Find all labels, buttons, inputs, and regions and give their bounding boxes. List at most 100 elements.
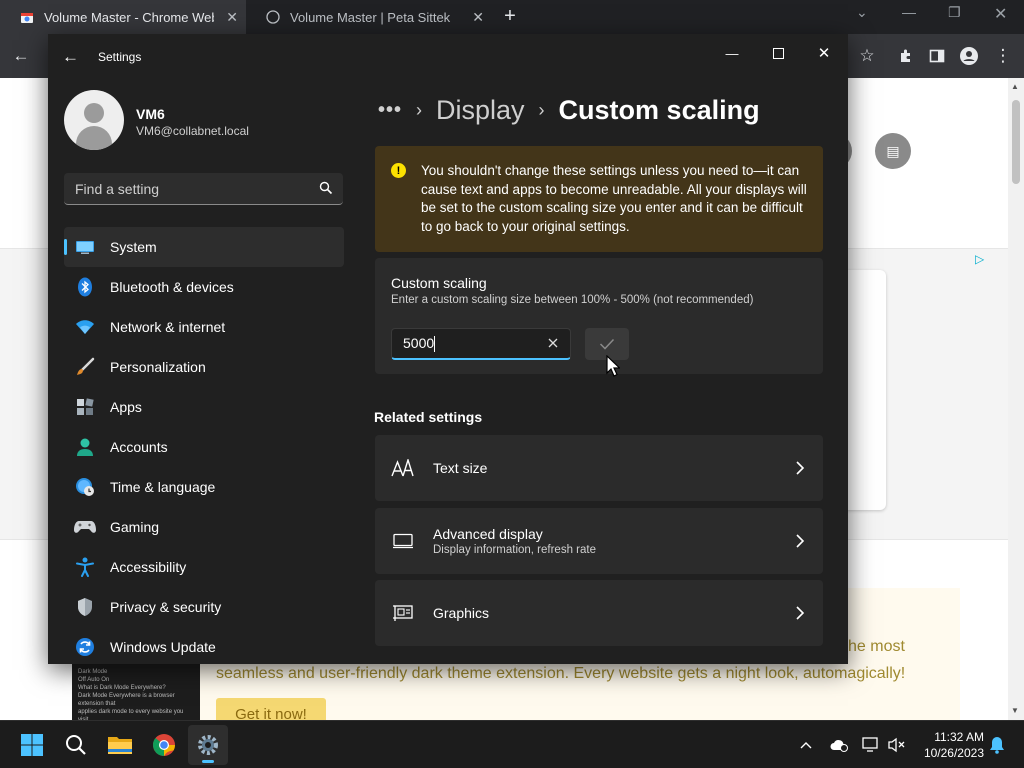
sidebar-item-apps[interactable]: Apps [64,387,344,427]
avatar-body [76,126,112,150]
profile-icon[interactable] [954,34,984,78]
sidebar-item-bluetooth[interactable]: Bluetooth & devices [64,267,344,307]
related-label: Advanced display [433,526,543,542]
bluetooth-icon [74,276,96,298]
scrollbar-thumb[interactable] [1012,100,1020,184]
minimize-button[interactable]: — [709,38,755,68]
warning-text: You shouldn't change these settings unle… [421,163,807,234]
notification-bell-icon[interactable] [986,734,1008,756]
related-label: Text size [433,460,488,476]
windows-logo-icon [21,734,43,756]
sidebar-item-accessibility[interactable]: Accessibility [64,547,344,587]
related-advanced-display[interactable]: Advanced display Display information, re… [375,508,823,574]
text-size-icon [391,457,415,479]
sidebar-item-privacy-security[interactable]: Privacy & security [64,587,344,627]
minimize-icon[interactable]: — [902,4,916,20]
start-button[interactable] [12,725,52,765]
show-hidden-icons-chevron-icon[interactable] [795,734,817,756]
sidebar-item-label: Windows Update [110,639,216,655]
taskbar-chrome[interactable] [144,725,184,765]
sidebar-item-label: Privacy & security [110,599,222,615]
settings-nav: System Bluetooth & devices Network & int… [64,227,344,664]
tab-search-icon[interactable]: ⌄ [856,4,868,21]
contact-card-icon[interactable]: ▤ [875,133,911,169]
chevron-right-icon [795,604,805,622]
thumb-line: Dark Mode Everywhere is a browser extens… [78,693,175,707]
sidebar-item-windows-update[interactable]: Windows Update [64,627,344,664]
avatar[interactable] [64,90,124,150]
chrome-icon [152,734,175,756]
close-tab-icon[interactable]: ✕ [226,9,238,26]
restore-icon[interactable]: ❐ [948,4,961,21]
taskbar-search-button[interactable] [56,725,96,765]
user-email: VM6@collabnet.local [136,124,249,138]
page-scrollbar[interactable]: ▲ ▼ [1008,78,1024,720]
back-icon[interactable]: ← [6,34,36,78]
scroll-up-icon[interactable]: ▲ [1011,82,1019,91]
custom-scaling-input[interactable] [392,329,542,357]
side-panel-icon[interactable] [922,34,952,78]
extensions-puzzle-icon[interactable] [891,34,921,78]
graphics-card-icon [391,602,415,624]
network-icon[interactable] [860,734,882,756]
breadcrumb-display[interactable]: Display [436,95,525,126]
find-setting-box[interactable] [64,173,343,205]
apps-icon [74,396,96,418]
monitor-icon [391,530,415,552]
sidebar-item-gaming[interactable]: Gaming [64,507,344,547]
new-tab-button[interactable]: + [498,5,522,28]
user-name: VM6 [136,106,165,122]
text-caret [434,336,435,352]
system-clock[interactable]: 11:32 AM 10/26/2023 [914,729,984,761]
back-arrow-icon[interactable]: ← [62,47,79,67]
adchoices-icon[interactable]: ▷ [975,252,984,266]
volume-muted-icon[interactable] [885,734,907,756]
chevron-right-icon [795,532,805,550]
sidebar-item-label: Accessibility [110,559,187,575]
related-text-size[interactable]: Text size [375,435,823,501]
sidebar-item-label: Apps [110,399,142,415]
taskbar-file-explorer[interactable] [100,725,140,765]
system-icon [74,236,96,258]
promo-thumbnail: Dark Mode Off Auto On What is Dark Mode … [72,664,200,724]
scroll-down-icon[interactable]: ▼ [1011,706,1019,715]
related-label: Graphics [433,605,490,621]
clear-icon[interactable] [546,336,560,350]
avatar-head [84,103,104,123]
brush-icon [74,356,96,378]
browser-tab-peta-sittek[interactable]: Volume Master | Peta Sittek ✕ [246,0,492,34]
browser-tab-volume-master-store[interactable]: Volume Master - Chrome Web Store ✕ [0,0,246,34]
sidebar-item-label: Accounts [110,439,168,455]
mouse-cursor-icon [606,354,621,377]
sidebar-item-system[interactable]: System [64,227,344,267]
cloud-sync-icon[interactable] [828,734,850,756]
chrome-menu-icon[interactable]: ⋮ [988,34,1018,78]
close-button[interactable]: ✕ [801,38,847,68]
clock-time: 11:32 AM [934,730,984,744]
breadcrumb-more-button[interactable]: ••• [378,99,402,122]
accessibility-icon [74,556,96,578]
sidebar-item-time-language[interactable]: Time & language [64,467,344,507]
sidebar-item-network[interactable]: Network & internet [64,307,344,347]
custom-scaling-title: Custom scaling [391,275,487,291]
sidebar-item-personalization[interactable]: Personalization [64,347,344,387]
clock-date: 10/26/2023 [923,746,984,760]
taskbar-settings[interactable] [188,725,228,765]
close-tab-icon[interactable]: ✕ [472,9,484,26]
sidebar-item-label: Gaming [110,519,160,535]
page-title: Custom scaling [558,94,760,125]
thumb-line: What is Dark Mode Everywhere? [78,685,166,691]
sidebar-item-accounts[interactable]: Accounts [64,427,344,467]
search-icon[interactable] [319,181,333,195]
promo-text-fragment: he most [848,638,905,655]
search-input[interactable] [64,173,314,204]
bookmark-star-icon[interactable]: ☆ [852,34,882,78]
chrome-web-store-icon [20,10,34,24]
taskbar: 11:32 AM 10/26/2023 [0,720,1024,768]
custom-scaling-field[interactable] [391,328,571,360]
settings-gear-icon [198,735,218,755]
maximize-button[interactable] [755,38,801,68]
related-graphics[interactable]: Graphics [375,580,823,646]
person-icon [74,436,96,458]
close-icon[interactable]: ✕ [994,4,1007,24]
